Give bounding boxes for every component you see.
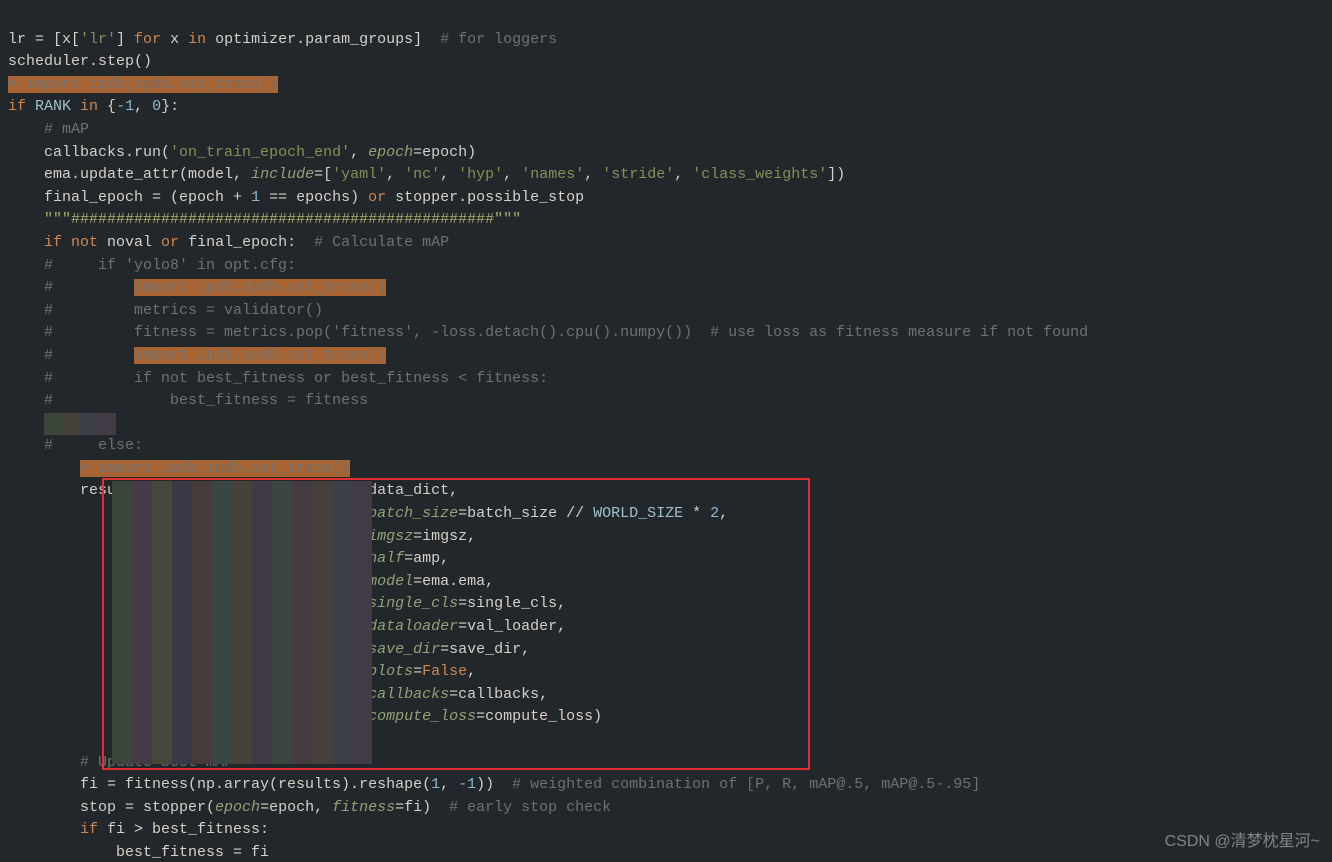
code-line: # Update best mAP bbox=[8, 754, 233, 771]
code-line: half=amp, bbox=[8, 550, 449, 567]
code-line: if RANK in {-1, 0}: bbox=[8, 98, 179, 115]
code-line bbox=[8, 731, 17, 748]
code-line: plots=False, bbox=[8, 663, 476, 680]
code-line: # fitness = metrics.pop('fitness', -loss… bbox=[8, 324, 1088, 341]
watermark: CSDN @清梦枕星河~ bbox=[1165, 831, 1320, 854]
code-line: callbacks=callbacks, bbox=[8, 686, 548, 703]
code-editor-view: lr = [x['lr'] for x in optimizer.param_g… bbox=[0, 0, 1332, 862]
code-line: single_cls=single_cls, bbox=[8, 595, 566, 612]
code-line: results, maps, _ = validate.run(data_dic… bbox=[8, 482, 458, 499]
code-line: final_epoch = (epoch + 1 == epochs) or s… bbox=[8, 189, 584, 206]
code-line: lr = [x['lr'] for x in optimizer.param_g… bbox=[8, 31, 557, 48]
code-line: if fi > best_fitness: bbox=[8, 821, 269, 838]
code-line: # if 'yolo8' in opt.cfg: bbox=[8, 257, 296, 274]
code-line: # mAP bbox=[8, 121, 89, 138]
code-line: ema.update_attr(model, include=['yaml', … bbox=[8, 166, 845, 183]
code-line: batch_size=batch_size // WORLD_SIZE * 2, bbox=[8, 505, 728, 522]
code-line: # import ipdb;ipdb.set_trace() bbox=[8, 76, 278, 93]
code-line: # best_fitness = fitness bbox=[8, 392, 368, 409]
code-line: callbacks.run('on_train_epoch_end', epoc… bbox=[8, 144, 476, 161]
code-line bbox=[8, 415, 17, 432]
code-line: # import ipdb;ipdb.set_trace() bbox=[8, 460, 350, 477]
code-line: # else: bbox=[8, 437, 143, 454]
code-line: """#####################################… bbox=[8, 211, 521, 228]
code-line: dataloader=val_loader, bbox=[8, 618, 566, 635]
code-line: stop = stopper(epoch=epoch, fitness=fi) … bbox=[8, 799, 611, 816]
code-line: compute_loss=compute_loss) bbox=[8, 708, 602, 725]
code-line: fi = fitness(np.array(results).reshape(1… bbox=[8, 776, 980, 793]
code-line: best_fitness = fi bbox=[8, 844, 269, 861]
code-line: # import ipdb;ipdb.set_trace() bbox=[8, 347, 386, 364]
code-line: scheduler.step() bbox=[8, 53, 152, 70]
code-line: model=ema.ema, bbox=[8, 573, 494, 590]
code-line: imgsz=imgsz, bbox=[8, 528, 476, 545]
code-line: # metrics = validator() bbox=[8, 302, 323, 319]
code-line: # if not best_fitness or best_fitness < … bbox=[8, 370, 548, 387]
code-line: if not noval or final_epoch: # Calculate… bbox=[8, 234, 449, 251]
code-line: # import ipdb;ipdb.set_trace() bbox=[8, 279, 386, 296]
code-line: save_dir=save_dir, bbox=[8, 641, 530, 658]
